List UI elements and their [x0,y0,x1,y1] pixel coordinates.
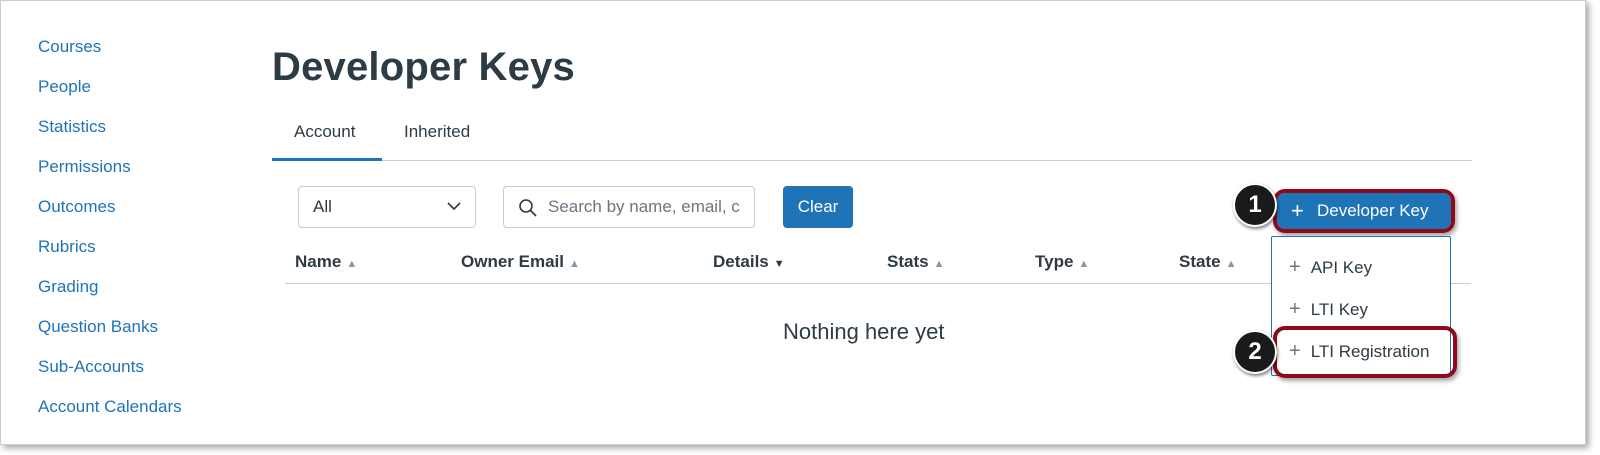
sidebar-item-question-banks[interactable]: Question Banks [38,315,182,355]
menu-item-label: LTI Key [1310,300,1369,319]
key-type-select-value: All [313,197,332,216]
sort-icon: ▲︎ [346,258,358,270]
column-header-type[interactable]: Type ▲︎ [1035,252,1089,272]
sidebar-item-courses[interactable]: Courses [38,35,182,75]
add-developer-key-label: Developer Key [1317,201,1429,220]
sidebar-item-outcomes[interactable]: Outcomes [38,195,182,235]
tab-inherited[interactable]: Inherited [382,119,492,161]
sort-icon: ▲︎ [1078,258,1090,270]
tab-bar: Account Inherited [272,119,1472,161]
column-header-label: Name [295,252,342,271]
column-header-stats[interactable]: Stats ▲︎ [887,252,944,272]
chevron-down-icon [447,202,461,211]
column-header-owner-email[interactable]: Owner Email ▲︎ [461,252,580,272]
column-header-label: Stats [887,252,929,271]
sidebar-item-sub-accounts[interactable]: Sub-Accounts [38,355,182,395]
sort-icon: ▲︎ [1225,258,1237,270]
column-header-label: Type [1035,252,1074,271]
sidebar-item-permissions[interactable]: Permissions [38,155,182,195]
account-nav-sidebar: Courses People Statistics Permissions Ou… [38,35,182,435]
column-header-name[interactable]: Name ▲︎ [295,252,357,272]
sidebar-item-statistics[interactable]: Statistics [38,115,182,155]
sort-icon: ▲︎ [568,258,580,270]
menu-item-label: API Key [1310,258,1373,277]
add-developer-key-button[interactable]: + Developer Key [1277,193,1451,229]
sort-icon: ▲︎ [933,258,945,270]
search-field[interactable] [503,186,755,228]
column-header-label: Details [713,252,769,271]
column-header-label: Owner Email [461,252,564,271]
step-badge-1: 1 [1233,183,1277,227]
page-title: Developer Keys [272,45,575,89]
key-type-select[interactable]: All [298,186,476,228]
search-icon [519,199,537,217]
plus-icon: + [1291,198,1304,223]
menu-item-api-key[interactable]: + API Key [1272,247,1450,287]
sidebar-item-grading[interactable]: Grading [38,275,182,315]
plus-icon: + [1289,256,1301,278]
column-header-label: State [1179,252,1221,271]
empty-state-message: Nothing here yet [783,319,945,344]
column-header-state[interactable]: State ▲︎ [1179,252,1236,272]
clear-button[interactable]: Clear [783,186,853,228]
sidebar-item-people[interactable]: People [38,75,182,115]
search-input[interactable] [548,187,748,227]
sidebar-item-rubrics[interactable]: Rubrics [38,235,182,275]
highlight-outline [1273,326,1457,378]
plus-icon: + [1289,298,1301,320]
tab-account[interactable]: Account [272,119,382,161]
column-header-details[interactable]: Details ▼︎ [713,252,785,272]
sort-descending-icon: ▼︎ [773,258,785,270]
step-badge-2: 2 [1233,330,1277,374]
sidebar-item-account-calendars[interactable]: Account Calendars [38,395,182,435]
app-window: Courses People Statistics Permissions Ou… [0,0,1586,445]
menu-item-lti-key[interactable]: + LTI Key [1272,289,1450,329]
